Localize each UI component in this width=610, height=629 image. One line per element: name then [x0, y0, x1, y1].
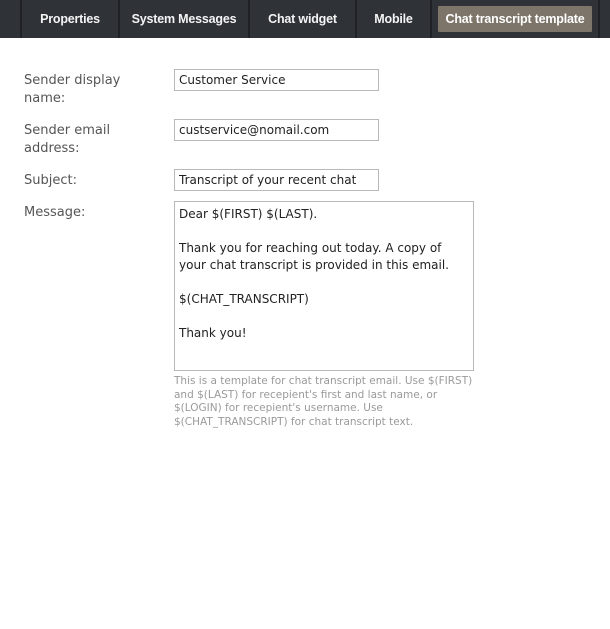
- tab-properties[interactable]: Properties: [22, 0, 118, 38]
- sender-email-label: Sender email address:: [24, 123, 111, 156]
- message-label: Message:: [24, 205, 86, 220]
- message-textarea[interactable]: Dear $(FIRST) $(LAST). Thank you for rea…: [174, 201, 474, 371]
- tab-label: Properties: [40, 12, 100, 26]
- tab-label: System Messages: [131, 12, 237, 26]
- tab-separator: [598, 0, 600, 38]
- tab-chat-transcript-template[interactable]: Chat transcript template: [432, 0, 598, 38]
- tab-label: Chat transcript template: [437, 6, 593, 32]
- tab-mobile[interactable]: Mobile: [357, 0, 430, 38]
- template-hint: This is a template for chat transcript e…: [174, 375, 473, 428]
- sender-name-label: Sender display name:: [24, 73, 121, 106]
- tab-system-messages[interactable]: System Messages: [120, 0, 248, 38]
- tab-label: Chat widget: [268, 12, 337, 26]
- tab-bar: Properties System Messages Chat widget M…: [0, 0, 610, 38]
- subject-label: Subject:: [24, 173, 77, 188]
- sender-email-input[interactable]: [174, 119, 379, 141]
- tab-chat-widget[interactable]: Chat widget: [250, 0, 355, 38]
- tab-label: Mobile: [374, 12, 413, 26]
- sender-name-input[interactable]: [174, 69, 379, 91]
- subject-input[interactable]: [174, 169, 379, 191]
